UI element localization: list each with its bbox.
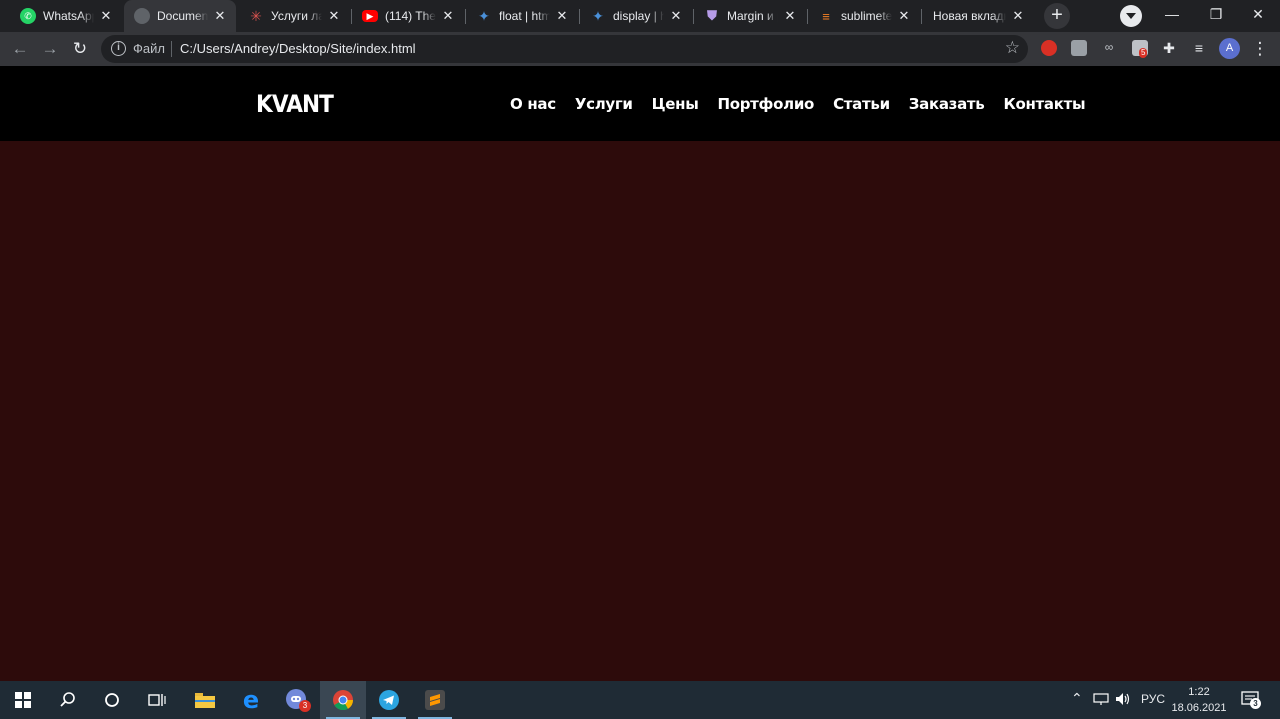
close-icon[interactable]: ✕ — [896, 8, 912, 24]
omnibox-divider — [171, 41, 172, 57]
star-logo-icon: ✦ — [592, 7, 604, 24]
network-icon[interactable] — [1093, 692, 1109, 709]
window-close-icon[interactable]: ✕ — [1236, 0, 1280, 30]
nav-link-articles[interactable]: Статьи — [833, 95, 890, 113]
tab-whatsapp[interactable]: ✆ WhatsApp ✕ — [10, 0, 122, 32]
cortana-icon[interactable] — [89, 681, 135, 719]
asterisk-icon: ✳ — [250, 7, 262, 24]
forward-icon[interactable]: → — [38, 37, 62, 61]
tab-title: Margin и padding — [727, 9, 778, 23]
tab-sublimetext[interactable]: ≡ sublimetext ✕ — [808, 0, 920, 32]
site-logo[interactable]: KVANT — [256, 90, 334, 118]
tab-title: WhatsApp — [43, 9, 94, 23]
shield-icon: ⛊ — [707, 8, 717, 23]
language-indicator[interactable]: РУС — [1141, 692, 1165, 706]
clock-time: 1:22 — [1188, 686, 1210, 698]
close-icon[interactable]: ✕ — [1010, 8, 1026, 24]
tab-title: float | html — [499, 9, 550, 23]
nav-link-about[interactable]: О нас — [510, 95, 556, 113]
tab-float[interactable]: ✦ float | html ✕ — [466, 0, 578, 32]
close-icon[interactable]: ✕ — [440, 8, 456, 24]
new-tab-button[interactable]: + — [1044, 3, 1070, 29]
clock-date: 18.06.2021 — [1171, 702, 1227, 714]
youtube-icon: ▶ — [362, 10, 378, 22]
task-view-icon[interactable] — [134, 681, 180, 719]
tab-search-icon[interactable] — [1120, 5, 1142, 27]
chevron-up-icon[interactable]: ⌃ — [1071, 690, 1083, 707]
notification-count: 3 — [1250, 698, 1261, 709]
notes-extension-icon[interactable]: 5 — [1132, 40, 1148, 58]
whatsapp-icon: ✆ — [20, 8, 36, 24]
close-icon[interactable]: ✕ — [212, 8, 228, 24]
discord-badge: 3 — [299, 700, 311, 712]
stackoverflow-icon: ≡ — [822, 8, 830, 24]
discord-icon[interactable]: 3 — [274, 681, 320, 719]
tab-display[interactable]: ✦ display | html ✕ — [580, 0, 692, 32]
puzzle-icon[interactable]: ✚ — [1161, 40, 1177, 56]
tab-youtube[interactable]: ▶ (114) The Best ✕ — [352, 0, 464, 32]
volume-icon[interactable] — [1115, 692, 1131, 709]
address-bar[interactable]: i Файл C:/Users/Andrey/Desktop/Site/inde… — [101, 35, 1028, 63]
nav-link-contacts[interactable]: Контакты — [1003, 95, 1085, 113]
bookmark-star-icon[interactable]: ☆ — [1005, 38, 1020, 58]
menu-kebab-icon[interactable]: ⋮ — [1248, 37, 1272, 61]
tab-title: Услуги лазерного — [271, 9, 322, 23]
tab-title: Document — [157, 9, 208, 23]
site-nav: О нас Услуги Цены Портфолио Статьи Заказ… — [510, 95, 1086, 113]
profile-avatar[interactable]: A — [1219, 38, 1240, 59]
restore-icon[interactable]: ❐ — [1194, 0, 1238, 30]
info-icon[interactable]: i — [111, 41, 126, 56]
page-viewport: KVANT О нас Услуги Цены Портфолио Статьи… — [0, 66, 1280, 681]
windows-taskbar: e 3 ⌃ РУС 1:22 18.06.2021 3 — [0, 681, 1280, 719]
browser-toolbar: ← → ↻ i Файл C:/Users/Andrey/Desktop/Sit… — [0, 32, 1280, 66]
chrome-taskbar-icon[interactable] — [320, 681, 366, 719]
tab-title: Новая вкладка — [933, 9, 1006, 23]
close-icon[interactable]: ✕ — [554, 8, 570, 24]
glasses-extension-icon[interactable]: ∞ — [1101, 40, 1117, 56]
star-logo-icon: ✦ — [478, 7, 490, 24]
nav-link-portfolio[interactable]: Портфолио — [717, 95, 814, 113]
tab-strip: ✆ WhatsApp ✕ Document ✕ ✳ Услуги лазерно… — [0, 0, 1280, 32]
search-icon[interactable] — [45, 681, 91, 719]
file-explorer-icon[interactable] — [182, 681, 228, 719]
edge-icon[interactable]: e — [228, 681, 274, 719]
close-icon[interactable]: ✕ — [668, 8, 684, 24]
tab-new[interactable]: Новая вкладка ✕ — [922, 0, 1034, 32]
tab-document[interactable]: Document ✕ — [124, 0, 236, 32]
site-header: KVANT О нас Услуги Цены Портфолио Статьи… — [0, 66, 1280, 141]
protocol-chip: Файл — [133, 41, 165, 56]
close-icon[interactable]: ✕ — [782, 8, 798, 24]
minimize-icon[interactable]: — — [1150, 0, 1194, 30]
close-icon[interactable]: ✕ — [326, 8, 342, 24]
nav-link-prices[interactable]: Цены — [652, 95, 699, 113]
nav-link-order[interactable]: Заказать — [909, 95, 985, 113]
globe-icon — [134, 8, 150, 24]
back-icon[interactable]: ← — [8, 37, 32, 61]
extension-badge: 5 — [1139, 48, 1148, 58]
extension-icon[interactable] — [1071, 40, 1087, 56]
url-text[interactable]: C:/Users/Andrey/Desktop/Site/index.html — [180, 41, 416, 56]
tab-title: (114) The Best — [385, 9, 436, 23]
system-clock[interactable]: 1:22 18.06.2021 — [1166, 684, 1232, 716]
tab-uslugi[interactable]: ✳ Услуги лазерного ✕ — [238, 0, 350, 32]
sublime-text-icon[interactable] — [412, 681, 458, 719]
windows-start-icon[interactable] — [0, 681, 46, 719]
media-queue-icon[interactable]: ≡ — [1191, 40, 1207, 56]
tab-title: sublimetext — [841, 9, 892, 23]
tab-title: display | html — [613, 9, 664, 23]
adblock-extension-icon[interactable] — [1041, 40, 1057, 56]
nav-link-services[interactable]: Услуги — [575, 95, 633, 113]
notification-center-icon[interactable]: 3 — [1241, 690, 1261, 711]
tab-margin[interactable]: ⛊ Margin и padding ✕ — [694, 0, 806, 32]
reload-icon[interactable]: ↻ — [68, 37, 92, 61]
telegram-icon[interactable] — [366, 681, 412, 719]
close-icon[interactable]: ✕ — [98, 8, 114, 24]
